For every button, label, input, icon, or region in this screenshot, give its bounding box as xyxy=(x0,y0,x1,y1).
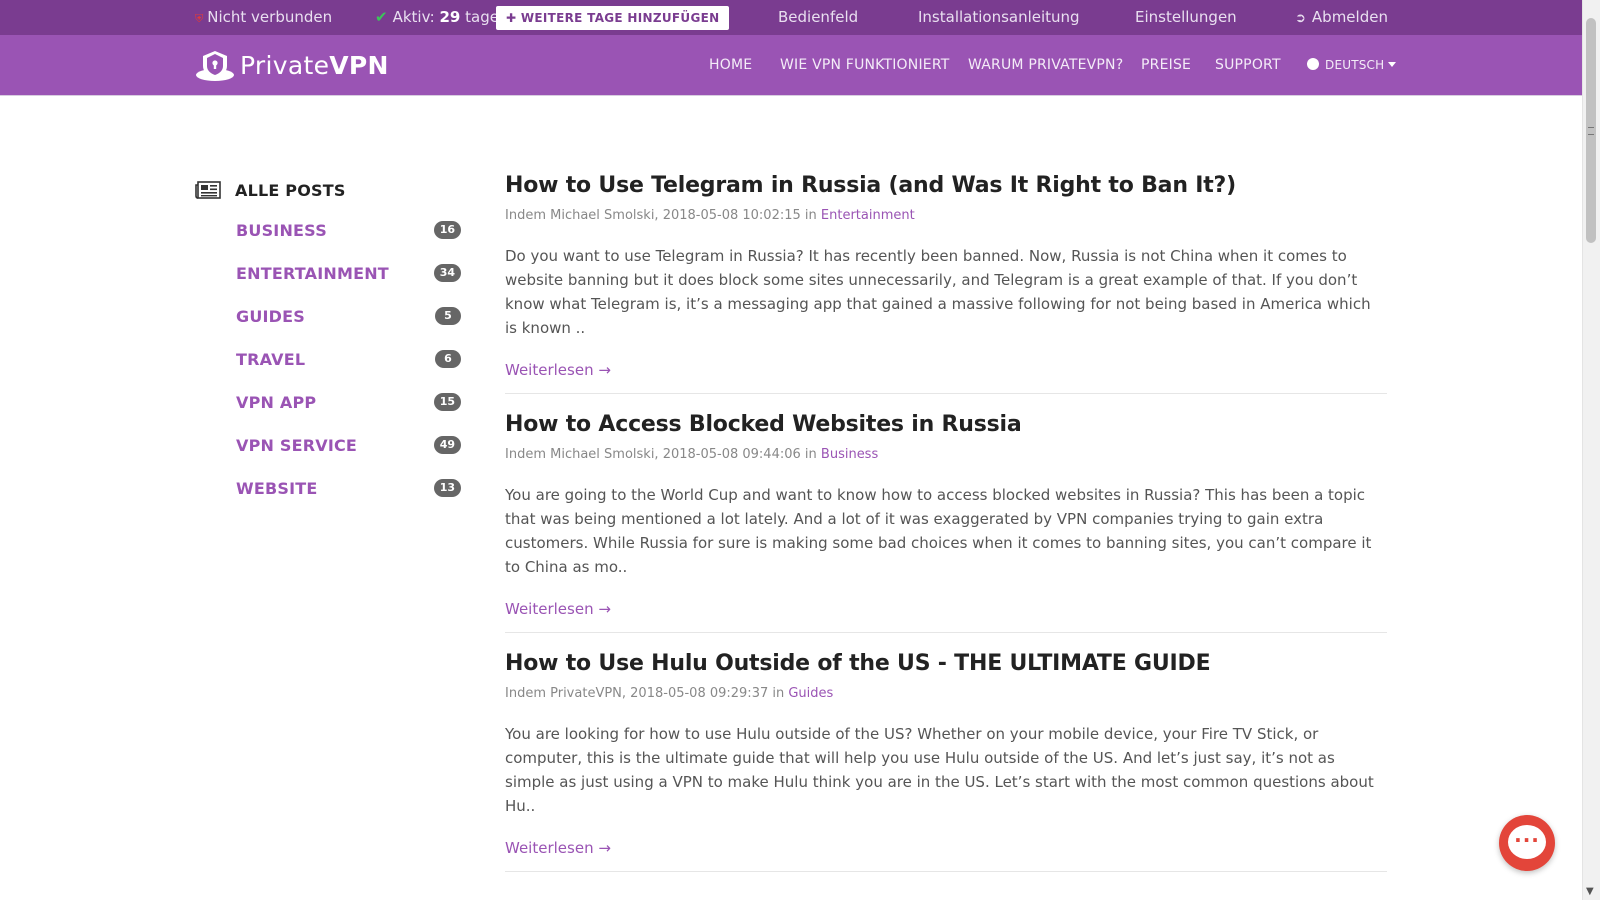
all-posts-link[interactable]: ALLE POSTS xyxy=(195,175,346,205)
post-category-link[interactable]: Business xyxy=(821,447,878,462)
category-count-badge: 5 xyxy=(435,307,461,325)
active-days-count: 29 xyxy=(439,8,461,26)
newspaper-icon xyxy=(195,181,221,199)
chat-button[interactable]: ··· xyxy=(1499,815,1555,871)
caret-down-icon xyxy=(1388,62,1397,67)
category-count-badge: 49 xyxy=(433,436,461,454)
category-count-badge: 6 xyxy=(435,350,461,368)
read-more-link[interactable]: Weiterlesen → xyxy=(505,600,611,618)
nav-support[interactable]: SUPPORT xyxy=(1215,35,1281,95)
sidebar-category-guides[interactable]: GUIDES 5 xyxy=(236,303,461,329)
nav-how-vpn-works[interactable]: WIE VPN FUNKTIONIERT xyxy=(780,35,949,95)
link-installation-guide[interactable]: Installationsanleitung xyxy=(918,0,1080,35)
read-more-link[interactable]: Weiterlesen → xyxy=(505,839,611,857)
post-divider xyxy=(505,871,1387,872)
category-count-badge: 34 xyxy=(433,264,461,282)
post-title-link[interactable]: How to Use Hulu Outside of the US - THE … xyxy=(505,651,1387,676)
category-count-badge: 16 xyxy=(433,221,461,239)
link-settings[interactable]: Einstellungen xyxy=(1135,0,1237,35)
sidebar-category-vpn-app[interactable]: VPN APP 15 xyxy=(236,389,461,415)
post-item: How to Use Telegram in Russia (and Was I… xyxy=(505,173,1387,379)
main-navbar: Private VPN HOME WIE VPN FUNKTIONIERT WAR… xyxy=(0,35,1583,96)
add-days-button[interactable]: ✚ WEITERE TAGE HINZUFÜGEN xyxy=(496,6,730,30)
globe-icon xyxy=(1307,58,1319,70)
privatevpn-logo[interactable]: Private VPN xyxy=(195,47,389,83)
nav-pricing[interactable]: PREISE xyxy=(1141,35,1191,95)
post-divider xyxy=(505,632,1387,633)
category-count-badge: 13 xyxy=(433,479,461,497)
post-meta: Indem Michael Smolski, 2018-05-08 10:02:… xyxy=(505,208,915,223)
chat-bubble-icon: ··· xyxy=(1508,825,1546,859)
post-excerpt: You are going to the World Cup and want … xyxy=(505,486,1372,576)
language-dropdown[interactable]: DEUTSCH xyxy=(1307,35,1397,95)
post-divider xyxy=(505,393,1387,394)
post-title-link[interactable]: How to Access Blocked Websites in Russia xyxy=(505,412,1387,437)
read-more-link[interactable]: Weiterlesen → xyxy=(505,361,611,379)
post-meta: Indem Michael Smolski, 2018-05-08 09:44:… xyxy=(505,447,879,462)
page-scrollbar[interactable]: ▼ xyxy=(1582,0,1600,900)
connection-status: ⛨ Nicht verbunden xyxy=(195,8,333,26)
link-dashboard[interactable]: Bedienfeld xyxy=(778,0,858,35)
post-meta: Indem PrivateVPN, 2018-05-08 09:29:37 in… xyxy=(505,686,834,701)
post-item: How to Use Hulu Outside of the US - THE … xyxy=(505,651,1387,857)
sidebar-category-website[interactable]: WEBSITE 13 xyxy=(236,475,461,501)
shield-icon: ⛨ xyxy=(195,12,204,25)
privatevpn-logo-icon xyxy=(196,51,234,81)
sidebar-category-entertainment[interactable]: ENTERTAINMENT 34 xyxy=(236,260,461,286)
logout-icon: ➲ xyxy=(1295,11,1306,26)
post-category-link[interactable]: Entertainment xyxy=(821,208,915,223)
sidebar-category-vpn-service[interactable]: VPN SERVICE 49 xyxy=(236,432,461,458)
scroll-down-arrow-icon[interactable]: ▼ xyxy=(1586,886,1594,897)
post-excerpt: Do you want to use Telegram in Russia? I… xyxy=(505,247,1371,337)
logout-link[interactable]: ➲ Abmelden xyxy=(1295,0,1388,35)
scrollbar-grip-icon xyxy=(1588,127,1594,135)
sidebar-category-travel[interactable]: TRAVEL 6 xyxy=(236,346,461,372)
nav-why-privatevpn[interactable]: WARUM PRIVATEVPN? xyxy=(968,35,1123,95)
post-category-link[interactable]: Guides xyxy=(788,686,833,701)
check-icon: ✔ xyxy=(375,8,388,26)
account-topbar: ⛨ Nicht verbunden ✔ Aktiv: 29 tage ✚ WEITE… xyxy=(0,0,1583,35)
nav-home[interactable]: HOME xyxy=(709,35,752,95)
sidebar-category-business[interactable]: BUSINESS 16 xyxy=(236,217,461,243)
category-count-badge: 15 xyxy=(433,393,461,411)
post-item: How to Access Blocked Websites in Russia… xyxy=(505,412,1387,618)
post-title-link[interactable]: How to Use Telegram in Russia (and Was I… xyxy=(505,173,1387,198)
plus-icon: ✚ xyxy=(506,11,517,25)
active-days-status: ✔ Aktiv: 29 tage xyxy=(375,8,499,26)
post-excerpt: You are looking for how to use Hulu outs… xyxy=(505,725,1374,815)
